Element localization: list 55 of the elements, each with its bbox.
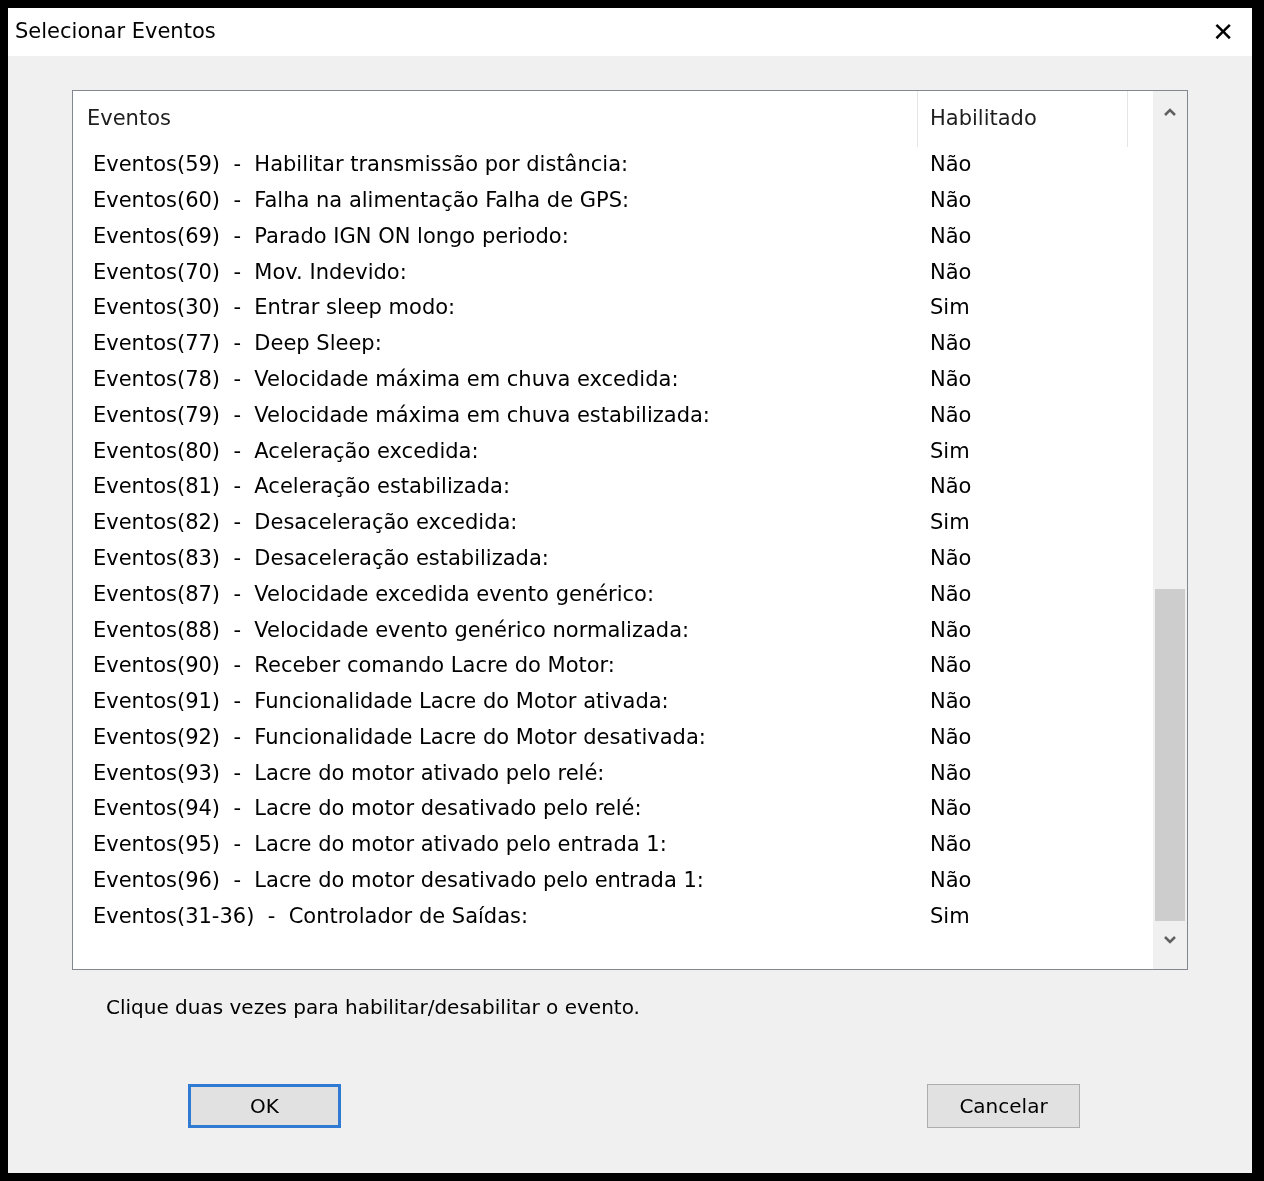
event-cell-text: Eventos(83) - Desaceleração estabilizada: [92,544,550,572]
enabled-cell-text: Não [929,795,972,823]
event-cell-text: Eventos(69) - Parado IGN ON longo periodo: [92,222,570,250]
event-cell-text: Eventos(31-36) - Controlador de Saídas: [92,902,530,930]
event-cell-text: Eventos(93) - Lacre do motor ativado pelo relé: [92,759,606,787]
event-cell-text: Eventos(82) - Desaceleração excedida: [92,509,519,537]
enabled-cell-text: Sim [929,294,970,322]
enabled-cell-text: Não [929,330,972,358]
event-cell-text: Eventos(80) - Aceleração excedida: [92,437,480,465]
enabled-cell-text: Não [929,723,972,751]
event-cell-text: Eventos(91) - Funcionalidade Lacre do Motor ativada: [92,688,670,716]
event-cell-text: Eventos(60) - Falha na alimentação Falha de GPS: [92,186,631,214]
enabled-cell-text: Sim [929,509,970,537]
enabled-cell-text: Não [929,473,972,501]
enabled-cell-text: Não [929,616,972,644]
event-cell-text: Eventos(59) - Habilitar transmissão por distância: [92,151,630,179]
column-header[interactable]: Habilitado [918,91,1128,147]
enabled-cell-text: Não [929,867,972,895]
enabled-cell-text: Não [929,365,972,393]
enabled-cell-text: Não [929,222,972,250]
close-button[interactable]: ✕ [1208,19,1238,45]
enabled-cell-text: Não [929,151,972,179]
event-cell-text: Eventos(78) - Velocidade máxima em chuva excedida: [92,365,680,393]
enabled-cell-text: Sim [929,437,970,465]
dialog-button[interactable]: Cancelar [927,1084,1080,1128]
event-cell-text: Eventos(90) - Receber comando Lacre do Motor: [92,652,616,680]
scroll-up-icon[interactable] [1163,107,1177,117]
event-cell-text: Eventos(77) - Deep Sleep: [92,330,383,358]
scroll-down-icon[interactable] [1163,935,1177,945]
event-cell-text: Eventos(88) - Velocidade evento genérico normalizada: [92,616,691,644]
window-title: Selecionar Eventos [15,18,216,46]
enabled-cell-text: Não [929,652,972,680]
event-cell-text: Eventos(92) - Funcionalidade Lacre do Motor desativada: [92,723,707,751]
event-cell-text: Eventos(96) - Lacre do motor desativado pelo entrada 1: [92,867,705,895]
event-cell-text: Eventos(81) - Aceleração estabilizada: [92,473,511,501]
enabled-cell-text: Não [929,759,972,787]
column-header[interactable]: Eventos [73,91,918,147]
enabled-cell-text: Não [929,688,972,716]
enabled-cell-text: Não [929,544,972,572]
enabled-cell-text: Não [929,186,972,214]
dialog-button[interactable]: OK [188,1084,341,1128]
enabled-cell-text: Não [929,580,972,608]
event-cell-text: Eventos(95) - Lacre do motor ativado pelo entrada 1: [92,831,668,859]
enabled-cell-text: Não [929,401,972,429]
enabled-cell-text: Não [929,258,972,286]
event-cell-text: Eventos(79) - Velocidade máxima em chuva estabilizada: [92,401,711,429]
hint-text: Clique duas vezes para habilitar/desabilitar o evento. [105,994,641,1021]
enabled-cell-text: Sim [929,902,970,930]
event-cell-text: Eventos(94) - Lacre do motor desativado pelo relé: [92,795,643,823]
enabled-cell-text: Não [929,831,972,859]
scrollbar-thumb[interactable] [1155,589,1185,921]
scrollbar[interactable] [1153,91,1187,969]
event-cell-text: Eventos(70) - Mov. Indevido: [92,258,408,286]
event-cell-text: Eventos(87) - Velocidade excedida evento genérico: [92,580,656,608]
event-cell-text: Eventos(30) - Entrar sleep modo: [92,294,457,322]
